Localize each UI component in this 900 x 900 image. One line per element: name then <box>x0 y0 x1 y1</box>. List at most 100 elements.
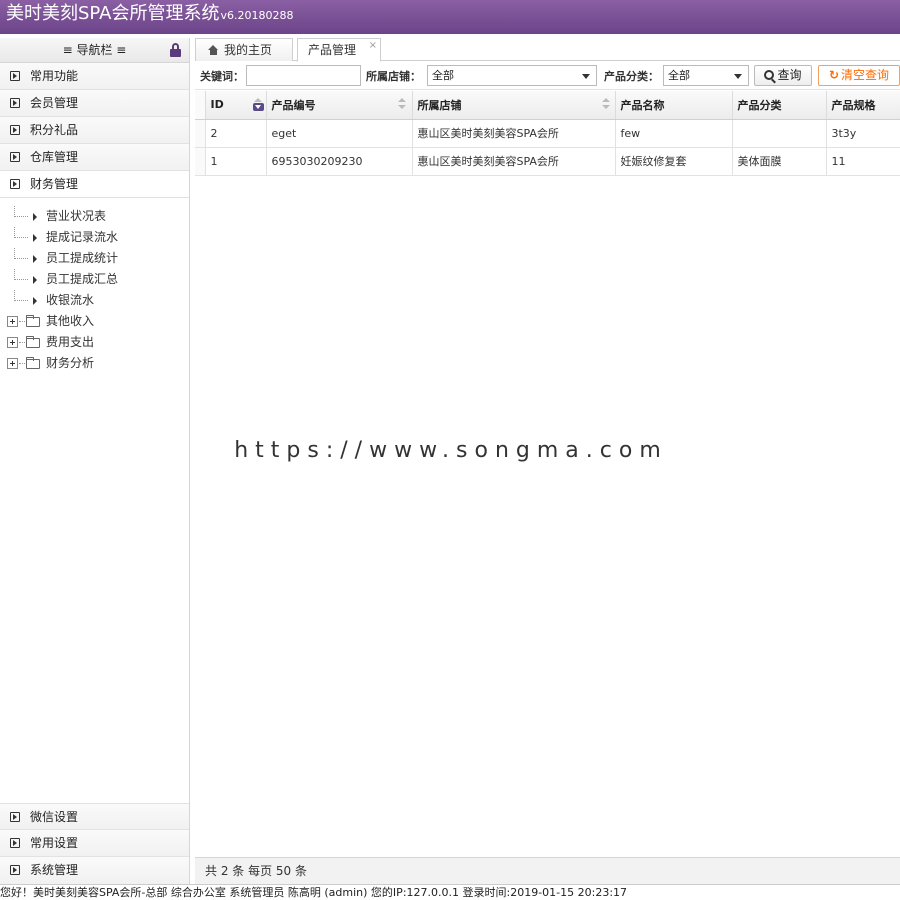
sort-icon[interactable] <box>397 98 407 110</box>
cell-store: 惠山区美时美刻美容SPA会所 <box>412 147 616 176</box>
cell-id: 2 <box>205 119 267 148</box>
sidebar-bottom: 微信设置 常用设置 系统管理 <box>0 803 189 884</box>
cell-product-name: few <box>615 119 733 148</box>
expand-plus-icon[interactable] <box>7 316 18 327</box>
table-row[interactable]: 1 6953030209230 惠山区美时美刻美容SPA会所 妊娠纹修复套 美体… <box>195 147 900 176</box>
tree-item-cashier-flow[interactable]: 收银流水 <box>0 290 189 311</box>
sidebar-item-label: 积分礼品 <box>30 123 79 137</box>
tree-folder-finance-analysis[interactable]: 财务分析 <box>0 353 189 374</box>
expand-plus-icon[interactable] <box>7 358 18 369</box>
column-header-store[interactable]: 所属店铺 <box>397 91 616 120</box>
app-title-text: 美时美刻SPA会所管理系统 <box>6 3 220 24</box>
column-label: 产品编号 <box>271 98 316 112</box>
app-version: v6.20180288 <box>220 9 294 22</box>
store-select[interactable]: 全部 <box>427 65 597 86</box>
category-label: 产品分类： <box>604 70 659 83</box>
expand-icon <box>10 838 20 848</box>
app-header: 美时美刻SPA会所管理系统v6.20180288 <box>0 0 900 34</box>
sidebar-item-common-settings[interactable]: 常用设置 <box>0 830 189 857</box>
caret-right-icon <box>33 213 37 221</box>
search-icon <box>764 70 775 80</box>
sidebar-item-points-gifts[interactable]: 积分礼品 <box>0 117 189 144</box>
clear-search-button[interactable]: ↻ 清空查询 <box>818 65 900 86</box>
caret-right-icon <box>33 297 37 305</box>
cell-id: 1 <box>205 147 267 176</box>
sidebar-item-finance[interactable]: 财务管理 <box>0 171 189 198</box>
cell-store: 惠山区美时美刻美容SPA会所 <box>412 119 616 148</box>
sort-icon[interactable] <box>601 98 611 110</box>
column-header-product-name[interactable]: 产品名称 <box>615 91 733 120</box>
sidebar-item-label: 常用功能 <box>30 69 79 83</box>
expand-plus-icon[interactable] <box>7 337 18 348</box>
cell-spec: 11 <box>826 147 900 176</box>
cell-spec: 3t3y <box>826 119 900 148</box>
tab-label: 产品管理 <box>308 43 357 57</box>
table-row[interactable]: 2 eget 惠山区美时美刻美容SPA会所 few 3t3y <box>195 119 900 148</box>
column-label: ID <box>210 98 224 112</box>
app-title: 美时美刻SPA会所管理系统v6.20180288 <box>6 3 293 27</box>
sidebar-item-label: 微信设置 <box>30 810 79 824</box>
cell-category: 美体面膜 <box>732 147 827 176</box>
column-header-product-code[interactable]: 产品编号 <box>266 91 413 120</box>
column-label: 产品名称 <box>620 98 665 112</box>
nav-title: ≡ 导航栏 ≡ <box>62 43 127 57</box>
tree-folder-other-income[interactable]: 其他收入 <box>0 311 189 332</box>
expand-icon <box>10 71 20 81</box>
row-number-header <box>195 91 206 120</box>
filter-bar: 关键词： 所属店铺： 全部 产品分类： 全部 查询 ↻ 清空查询 <box>195 62 900 90</box>
pagination-summary: 共 2 条 每页 50 条 <box>205 864 307 878</box>
folder-icon <box>26 336 40 348</box>
lock-icon[interactable] <box>170 43 181 57</box>
chevron-down-icon <box>734 74 742 79</box>
tree-item-business-status[interactable]: 营业状况表 <box>0 206 189 227</box>
sidebar-item-common[interactable]: 常用功能 <box>0 63 189 90</box>
close-icon[interactable]: × <box>369 35 377 57</box>
sidebar-item-members[interactable]: 会员管理 <box>0 90 189 117</box>
folder-icon <box>26 357 40 369</box>
tree-item-label: 提成记录流水 <box>46 230 119 244</box>
tree-folder-label: 其他收入 <box>46 314 95 328</box>
column-label: 产品规格 <box>831 98 876 112</box>
sidebar-item-warehouse[interactable]: 仓库管理 <box>0 144 189 171</box>
store-label: 所属店铺： <box>366 70 421 83</box>
caret-right-icon <box>33 276 37 284</box>
sidebar-item-wechat[interactable]: 微信设置 <box>0 803 189 830</box>
expand-icon <box>10 179 20 189</box>
category-select-value: 全部 <box>668 69 690 82</box>
tree-folder-expenses[interactable]: 费用支出 <box>0 332 189 353</box>
sidebar-item-label: 系统管理 <box>30 863 79 877</box>
tree-item-staff-commission-summary[interactable]: 员工提成汇总 <box>0 269 189 290</box>
expand-icon <box>10 865 20 875</box>
cell-product-code: eget <box>266 119 413 148</box>
tree-folder-label: 费用支出 <box>46 335 95 349</box>
expand-icon <box>10 812 20 822</box>
keyword-input[interactable] <box>246 65 361 86</box>
nav-header: ≡ 导航栏 ≡ <box>0 38 189 63</box>
folder-icon <box>26 315 40 327</box>
tab-home[interactable]: 我的主页 <box>195 38 293 61</box>
tree-item-commission-records[interactable]: 提成记录流水 <box>0 227 189 248</box>
clear-button-label: 清空查询 <box>841 68 890 82</box>
watermark: https://www.songma.com <box>216 436 686 466</box>
search-button[interactable]: 查询 <box>754 65 812 86</box>
column-header-spec[interactable]: 产品规格 <box>826 91 900 120</box>
category-select[interactable]: 全部 <box>663 65 749 86</box>
status-bar: 您好！美时美刻美容SPA会所-总部 综合办公室 系统管理员 陈高明 (admin… <box>0 884 900 900</box>
tab-bar: 我的主页 产品管理 × <box>195 34 900 62</box>
tree-item-label: 收银流水 <box>46 293 95 307</box>
cell-product-code: 6953030209230 <box>266 147 413 176</box>
sidebar-item-label: 常用设置 <box>30 836 79 850</box>
home-icon <box>208 45 219 55</box>
sidebar-item-label: 仓库管理 <box>30 150 79 164</box>
expand-icon <box>10 98 20 108</box>
caret-right-icon <box>33 255 37 263</box>
tab-label: 我的主页 <box>224 43 273 57</box>
column-header-id[interactable]: ID <box>205 91 267 120</box>
tree-item-staff-commission-stats[interactable]: 员工提成统计 <box>0 248 189 269</box>
column-header-category[interactable]: 产品分类 <box>732 91 827 120</box>
sidebar-item-system[interactable]: 系统管理 <box>0 857 189 884</box>
sort-desc-icon[interactable] <box>252 98 264 111</box>
tab-product-management[interactable]: 产品管理 × <box>297 38 381 62</box>
store-select-value: 全部 <box>432 69 454 82</box>
tree-item-label: 营业状况表 <box>46 209 107 223</box>
